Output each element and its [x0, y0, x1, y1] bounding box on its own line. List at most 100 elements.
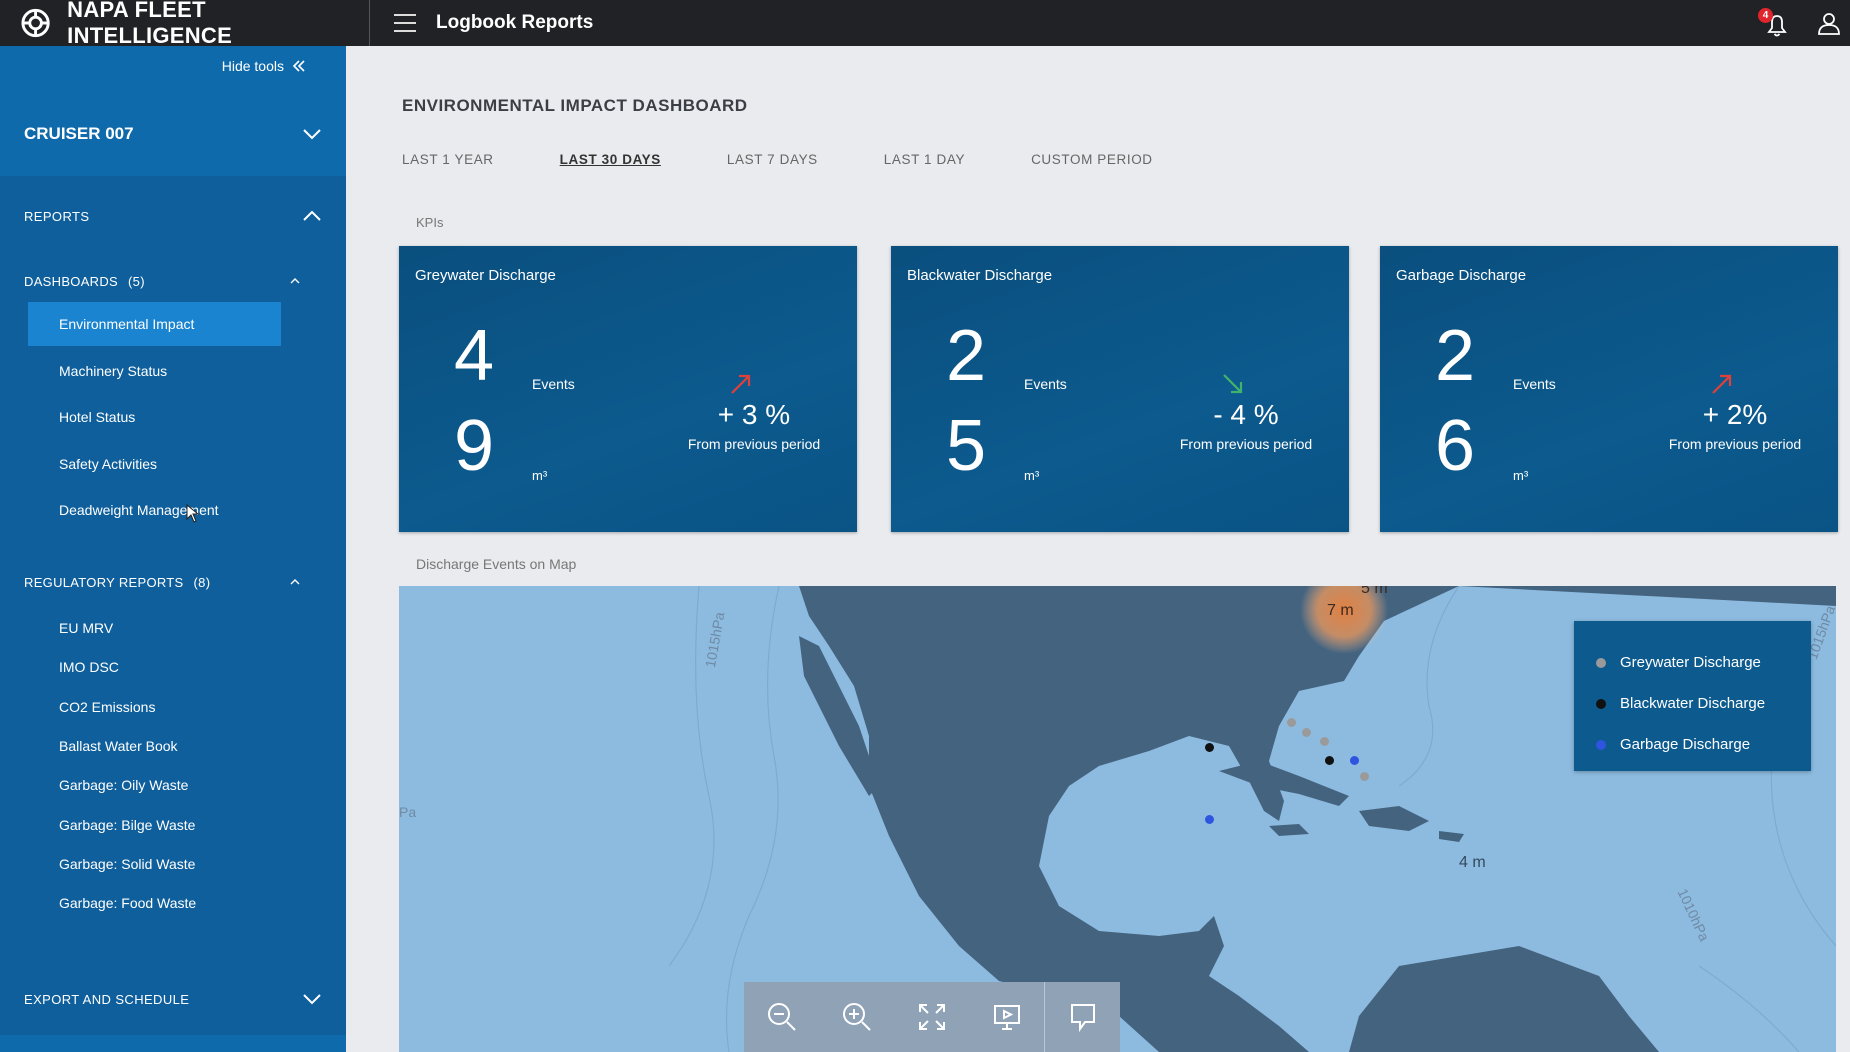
nav-item-imo-dsc[interactable]: IMO DSC: [28, 652, 281, 682]
trend-up-arrow-icon: [1712, 374, 1732, 394]
nav-item-label: IMO DSC: [59, 659, 119, 675]
fullscreen-button[interactable]: [894, 982, 969, 1052]
discharge-events-map[interactable]: 1015hPa 1010hPa 1015hPa Pa 7 m 5 m 4 m G…: [399, 586, 1836, 1052]
nav-item-garbage-oily-waste[interactable]: Garbage: Oily Waste: [28, 770, 281, 800]
regulatory-reports-label: REGULATORY REPORTS: [24, 574, 184, 590]
trend-down-arrow-icon: [1223, 374, 1243, 394]
tab-last-1-year[interactable]: LAST 1 YEAR: [402, 152, 494, 170]
kpi-change-note: From previous period: [1179, 436, 1313, 452]
reports-header-label: REPORTS: [24, 208, 90, 224]
map-legend: Greywater Discharge Blackwater Discharge…: [1574, 621, 1811, 771]
nav-item-co2-emissions[interactable]: CO2 Emissions: [28, 692, 281, 722]
export-header-label: EXPORT AND SCHEDULE: [24, 991, 190, 1007]
nav-item-environmental-impact[interactable]: Environmental Impact: [28, 302, 281, 346]
depth-label: 4 m: [1459, 854, 1486, 871]
presentation-icon: [993, 1005, 1020, 1030]
brand-name: NAPA FLEET INTELLIGENCE: [67, 0, 233, 48]
chevron-up-icon: [303, 210, 321, 221]
vessel-selector[interactable]: CRUISER 007: [0, 114, 346, 154]
nav-item-label: Garbage: Food Waste: [59, 895, 197, 911]
sidebar: Hide tools CRUISER 007 REPORTS DASHBOARD…: [0, 46, 346, 1052]
vessel-name: CRUISER 007: [24, 124, 134, 143]
nav-item-machinery-status[interactable]: Machinery Status: [28, 349, 281, 393]
nav-item-label: Garbage: Bilge Waste: [59, 817, 196, 833]
kpi-card-garbage[interactable]: Garbage Discharge 2 Events 6 m³ + 2% Fro…: [1380, 246, 1838, 532]
nav-item-safety-activities[interactable]: Safety Activities: [28, 442, 281, 486]
kpi-card-blackwater[interactable]: Blackwater Discharge 2 Events 5 m³ - 4 %…: [891, 246, 1349, 532]
garbage-event-marker[interactable]: [1350, 756, 1359, 765]
notifications-button[interactable]: 4: [1758, 8, 1788, 38]
zoom-out-icon: [767, 1003, 796, 1031]
nav-item-garbage-food-waste[interactable]: Garbage: Food Waste: [28, 888, 281, 918]
kpi-card-greywater[interactable]: Greywater Discharge 4 Events 9 m³ + 3 % …: [399, 246, 857, 532]
nav-item-eu-mrv[interactable]: EU MRV: [28, 613, 281, 643]
legend-swatch: [1596, 698, 1606, 709]
nav-item-label: EU MRV: [59, 620, 114, 636]
dashboards-count: (5): [128, 273, 145, 289]
nav-item-garbage-bilge-waste[interactable]: Garbage: Bilge Waste: [28, 810, 281, 840]
notification-badge: 4: [1758, 8, 1773, 23]
isobar-label: Pa: [399, 804, 417, 820]
presentation-button[interactable]: [969, 982, 1044, 1052]
tab-last-30-days[interactable]: LAST 30 DAYS: [560, 152, 661, 170]
kpi-change-note: From previous period: [687, 436, 821, 452]
legend-item-blackwater[interactable]: Blackwater Discharge: [1596, 695, 1765, 712]
greywater-event-marker[interactable]: [1287, 718, 1296, 727]
zoom-out-button[interactable]: [744, 982, 819, 1052]
legend-label: Garbage Discharge: [1620, 736, 1751, 753]
hide-tools-label: Hide tools: [221, 58, 284, 74]
nav-item-garbage-solid-waste[interactable]: Garbage: Solid Waste: [28, 849, 281, 879]
kpi-events-label: Events: [1024, 376, 1067, 392]
tab-last-1-day[interactable]: LAST 1 DAY: [884, 152, 965, 170]
kpi-change: + 2%: [1702, 399, 1768, 430]
kpi-volume-unit: m³: [532, 468, 548, 483]
dashboards-header[interactable]: DASHBOARDS (5): [24, 269, 300, 293]
legend-item-greywater[interactable]: Greywater Discharge: [1596, 654, 1761, 671]
expand-icon: [918, 1004, 945, 1030]
hide-tools-button[interactable]: Hide tools: [222, 58, 306, 74]
legend-label: Blackwater Discharge: [1620, 695, 1766, 712]
nav-item-label: Machinery Status: [59, 363, 168, 379]
zoom-in-button[interactable]: [819, 982, 894, 1052]
comment-button[interactable]: [1045, 982, 1120, 1052]
zoom-in-icon: [842, 1003, 871, 1031]
regulatory-reports-header[interactable]: REGULATORY REPORTS (8): [24, 570, 300, 594]
reports-header[interactable]: REPORTS: [0, 198, 346, 234]
export-and-schedule-header[interactable]: EXPORT AND SCHEDULE: [0, 981, 346, 1017]
kpi-events-label: Events: [1513, 376, 1556, 392]
nav-item-label: Hotel Status: [59, 409, 136, 425]
greywater-event-marker[interactable]: [1302, 728, 1311, 737]
nav-item-hotel-status[interactable]: Hotel Status: [28, 395, 281, 439]
nav-item-ballast-water-book[interactable]: Ballast Water Book: [28, 731, 281, 761]
blackwater-event-marker[interactable]: [1325, 756, 1334, 765]
legend-item-garbage[interactable]: Garbage Discharge: [1596, 736, 1750, 753]
greywater-event-marker[interactable]: [1320, 737, 1329, 746]
legend-swatch: [1596, 739, 1606, 750]
double-chevron-left-icon: [292, 60, 305, 72]
kpis-label: KPIs: [416, 215, 444, 230]
kpi-volume-value: 5: [946, 406, 987, 486]
map-section-label: Discharge Events on Map: [416, 556, 577, 572]
map-toolbar: [744, 982, 1120, 1052]
brand[interactable]: NAPA FLEET INTELLIGENCE: [0, 0, 370, 48]
nav-item-label: Garbage: Solid Waste: [59, 856, 196, 872]
blackwater-event-marker[interactable]: [1205, 743, 1214, 752]
trend-up-arrow-icon: [731, 374, 751, 394]
regulatory-reports-count: (8): [193, 574, 211, 590]
top-bar: NAPA FLEET INTELLIGENCE Logbook Reports …: [0, 0, 1850, 48]
kpi-events-value: 4: [454, 316, 495, 396]
kpi-volume-unit: m³: [1513, 468, 1529, 483]
nav-item-label: Environmental Impact: [59, 316, 195, 332]
garbage-event-marker[interactable]: [1205, 815, 1214, 824]
tab-last-7-days[interactable]: LAST 7 DAYS: [727, 152, 818, 170]
user-icon[interactable]: [1816, 10, 1842, 36]
period-tabs: LAST 1 YEAR LAST 30 DAYS LAST 7 DAYS LAS…: [402, 152, 1219, 170]
nav-item-deadweight-management[interactable]: Deadweight Management: [28, 488, 281, 532]
kpi-volume-value: 9: [454, 406, 495, 486]
kpi-events-value: 2: [946, 316, 987, 396]
hamburger-menu-icon[interactable]: [394, 14, 416, 32]
dashboards-label: DASHBOARDS: [24, 273, 119, 289]
greywater-event-marker[interactable]: [1360, 772, 1369, 781]
tab-custom-period[interactable]: CUSTOM PERIOD: [1031, 152, 1153, 170]
kpi-change-note: From previous period: [1668, 436, 1802, 452]
